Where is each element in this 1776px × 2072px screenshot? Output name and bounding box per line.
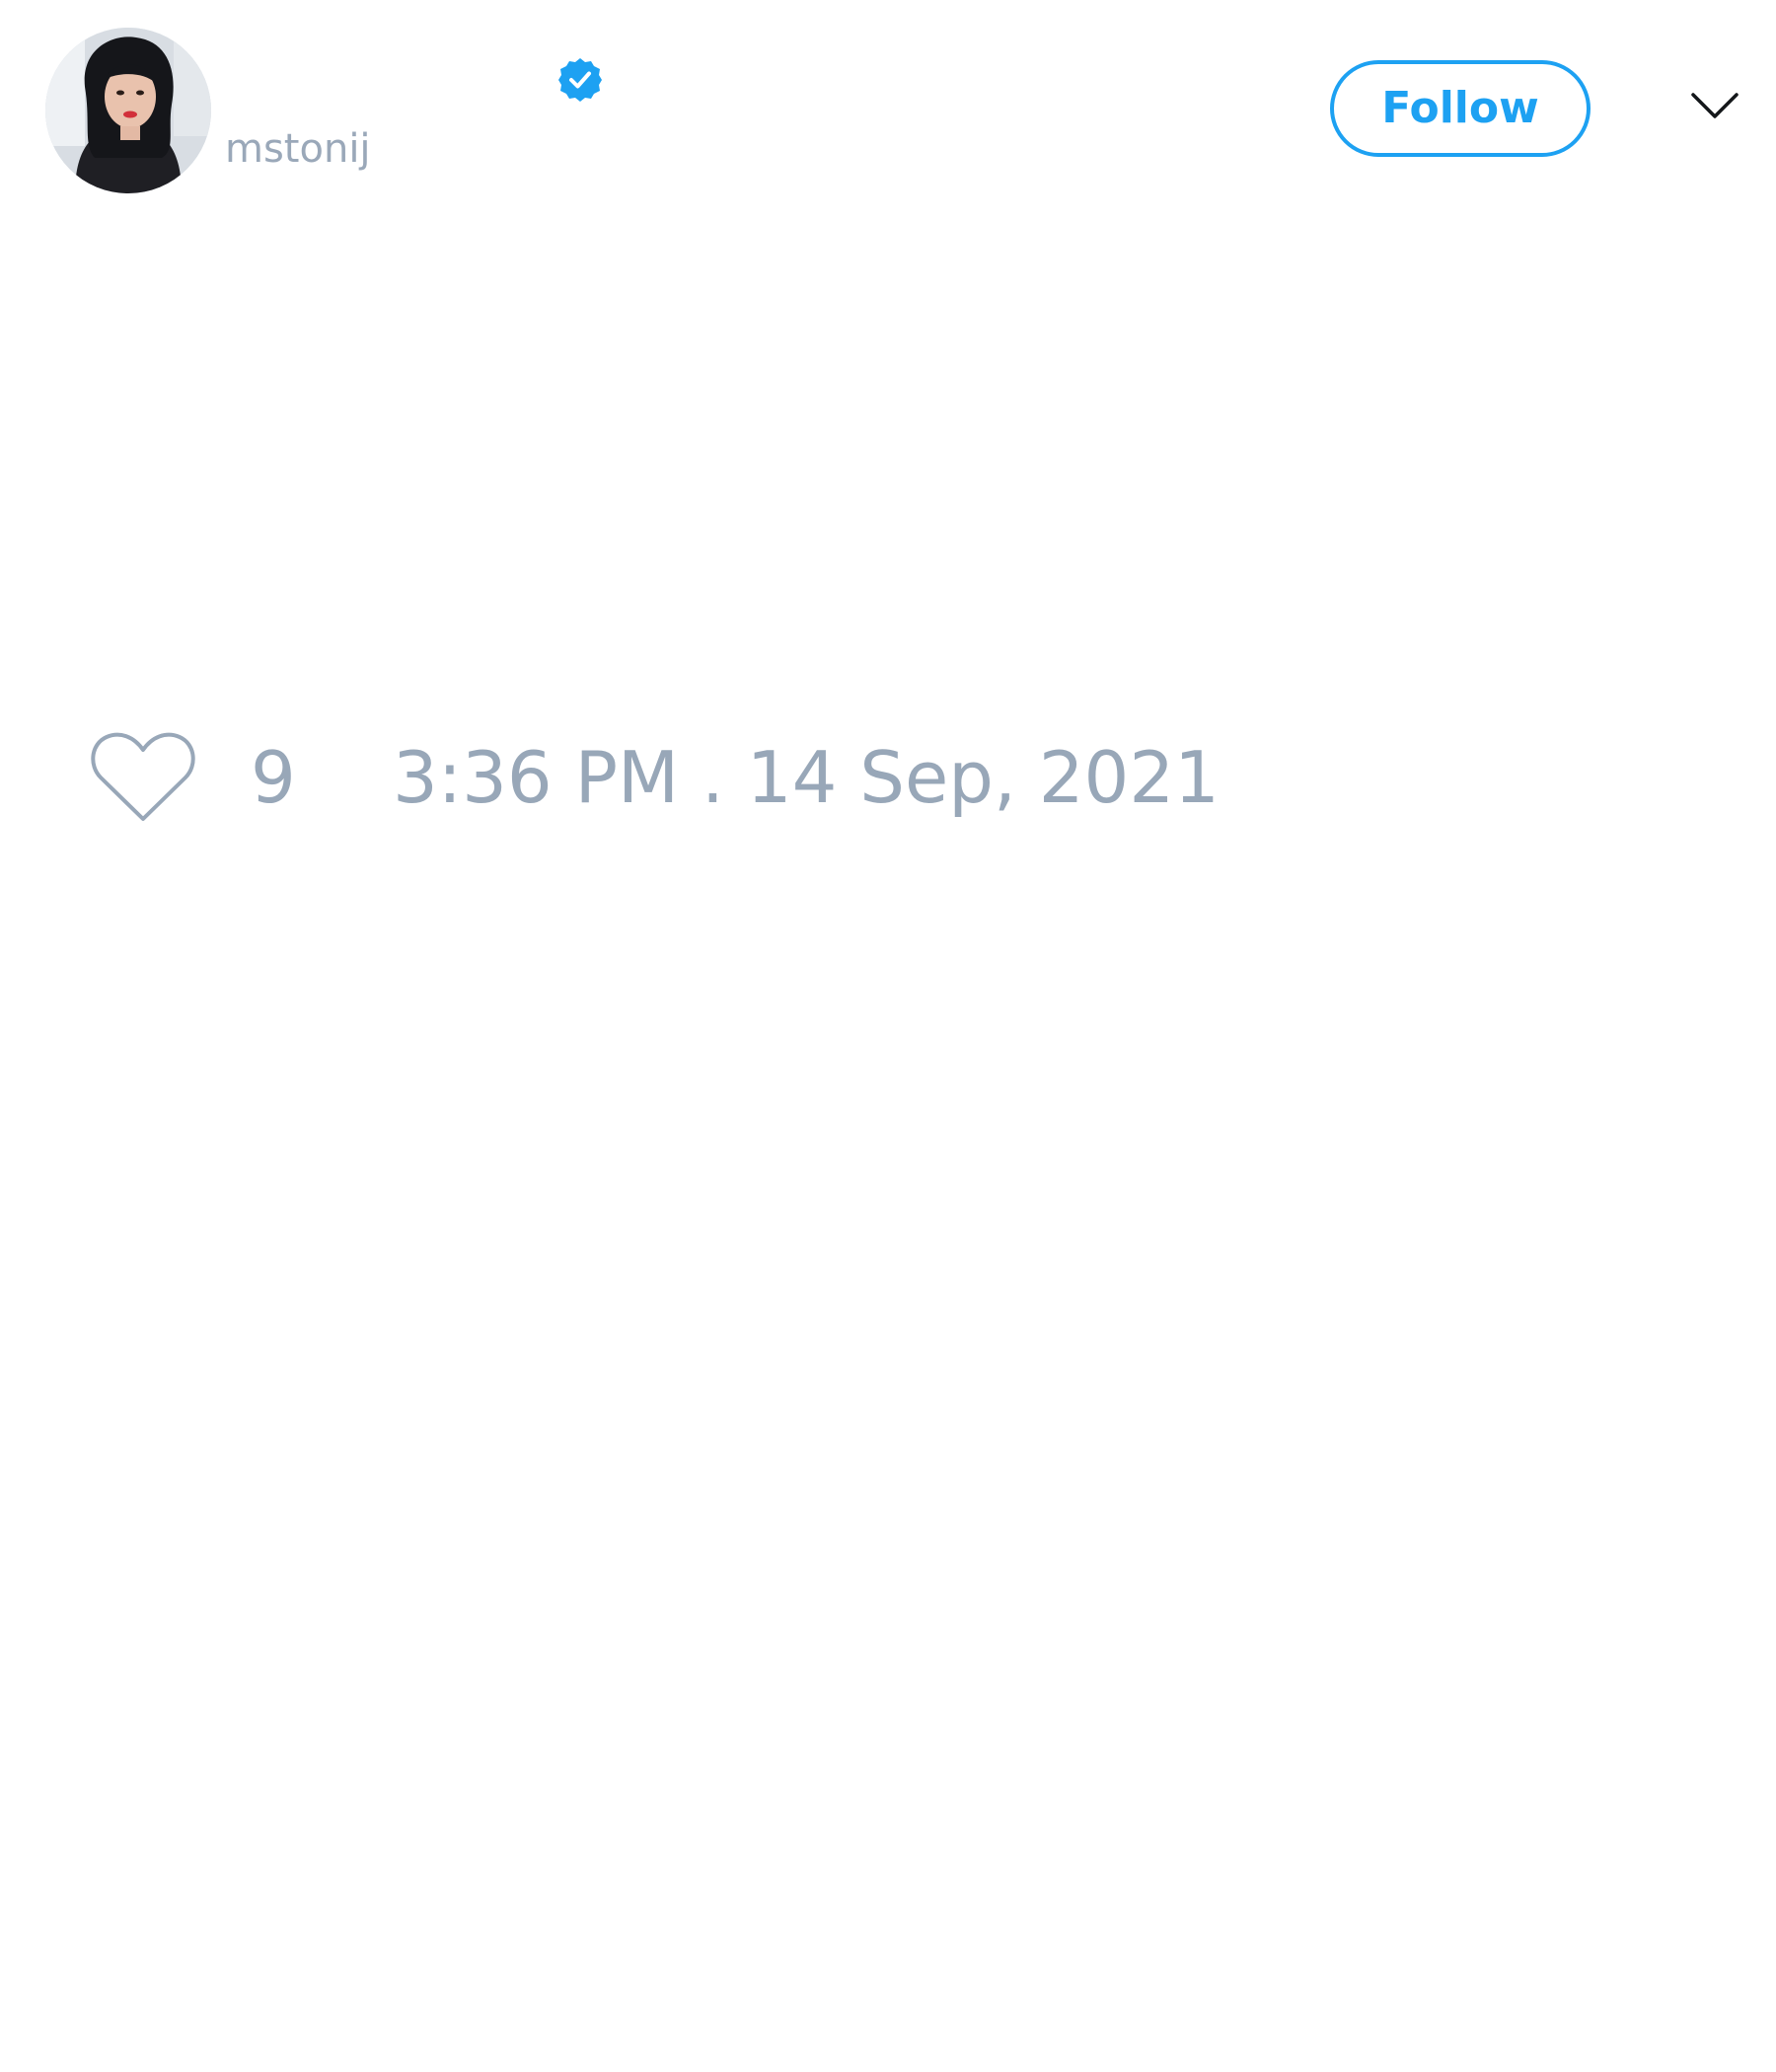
author-handle[interactable]: mstonij <box>225 126 371 172</box>
chevron-down-icon[interactable] <box>1689 87 1740 126</box>
follow-button[interactable]: Follow <box>1330 60 1591 157</box>
verified-badge-icon <box>557 57 603 103</box>
avatar-photo-icon <box>45 28 211 193</box>
tweet-timestamp[interactable]: 3:36 PM . 14 Sep, 2021 <box>393 736 1220 819</box>
like-count: 9 <box>251 736 296 819</box>
author-display-name[interactable] <box>225 57 551 103</box>
author-avatar[interactable] <box>45 28 211 193</box>
tweet-card: mstonij Follow 9 3:36 PM . 14 Sep, 2021 <box>0 0 1776 2072</box>
heart-icon[interactable] <box>89 730 197 825</box>
